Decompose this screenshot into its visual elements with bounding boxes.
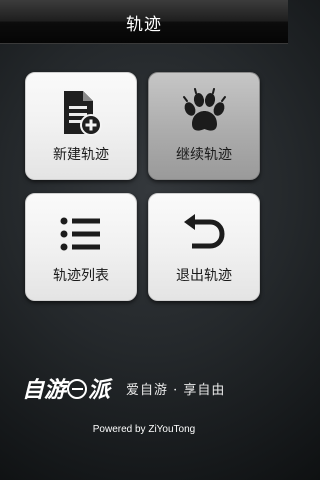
new-track-button[interactable]: 新建轨迹 <box>25 72 137 180</box>
track-list-label: 轨迹列表 <box>53 268 109 284</box>
powered-by-text: Powered by ZiYouTong <box>92 424 196 435</box>
exit-track-button[interactable]: 退出轨迹 <box>148 193 260 301</box>
return-arrow-icon <box>149 210 259 258</box>
list-icon <box>26 210 136 258</box>
continue-track-button[interactable]: 继续轨迹 <box>148 72 260 180</box>
new-document-icon <box>26 89 136 137</box>
continue-track-label: 继续轨迹 <box>176 147 232 163</box>
app-logo: 自游派 <box>22 377 111 403</box>
logo-e-icon <box>67 379 88 399</box>
track-list-button[interactable]: 轨迹列表 <box>25 193 137 301</box>
brand-area: 自游派 爱自游 · 享自由 <box>22 372 272 406</box>
slogan: 爱自游 · 享自由 <box>126 383 226 398</box>
title-bar: 轨迹 <box>0 0 288 44</box>
exit-track-label: 退出轨迹 <box>176 268 232 284</box>
page-title: 轨迹 <box>126 15 162 35</box>
new-track-label: 新建轨迹 <box>53 147 109 163</box>
paw-print-icon <box>149 88 259 137</box>
